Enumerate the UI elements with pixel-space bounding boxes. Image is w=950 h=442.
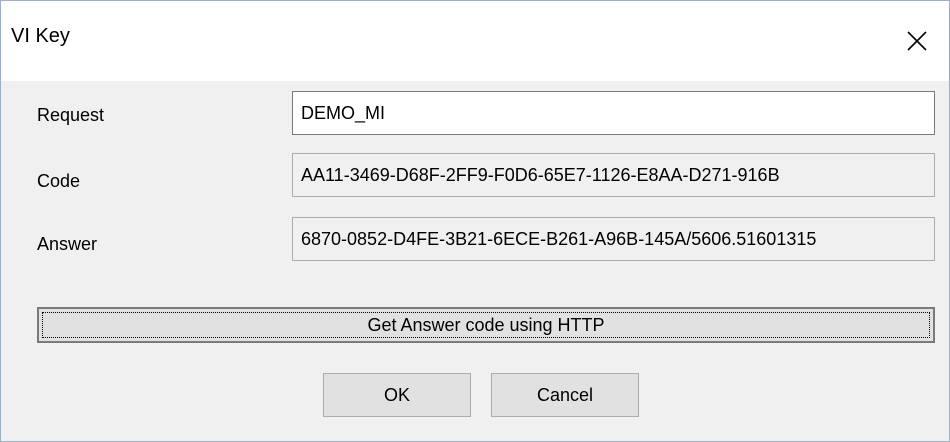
ok-button[interactable]: OK [323, 373, 471, 417]
dialog-window: VI Key Request Code Answer Get Answer co… [0, 0, 950, 442]
close-icon [907, 31, 927, 51]
window-title: VI Key [11, 25, 70, 47]
title-bar[interactable]: VI Key [1, 1, 949, 81]
get-answer-http-label: Get Answer code using HTTP [367, 314, 605, 335]
answer-field[interactable] [292, 217, 935, 261]
answer-label: Answer [37, 234, 98, 254]
cancel-button-label: Cancel [536, 384, 594, 405]
close-button[interactable] [885, 1, 949, 81]
get-answer-http-button[interactable]: Get Answer code using HTTP [37, 307, 935, 343]
code-field[interactable] [292, 153, 935, 197]
ok-button-label: OK [383, 384, 410, 405]
cancel-button[interactable]: Cancel [491, 373, 639, 417]
request-label: Request [37, 105, 105, 125]
code-label: Code [37, 171, 81, 191]
request-input[interactable] [292, 91, 935, 135]
